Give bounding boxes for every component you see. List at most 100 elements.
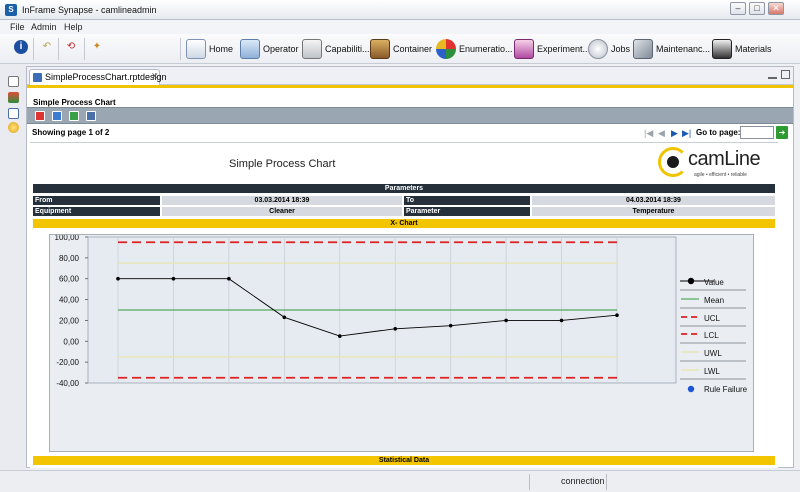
value-point [116, 276, 120, 281]
parameter-value: Temperature [532, 207, 775, 216]
page-indicator: Showing page 1 of 2 [32, 128, 110, 137]
value-point [504, 318, 508, 323]
legend-marker-value [687, 277, 695, 285]
favorites-icon[interactable] [8, 122, 19, 133]
status-separator [529, 474, 530, 490]
toolbar-jobs-button[interactable]: Jobs [588, 37, 630, 61]
document-view-icon[interactable] [8, 108, 19, 119]
value-point [282, 315, 287, 320]
editor-tab-strip: SimpleProcessChart.rptdesign ✕ [27, 67, 793, 85]
minimize-button[interactable]: – [730, 2, 746, 15]
maintenance-icon [633, 39, 653, 59]
editor-tab-label: SimpleProcessChart.rptdesign [45, 72, 167, 82]
export-pdf-icon[interactable] [35, 111, 45, 121]
to-label: To [404, 196, 530, 205]
previous-page-icon[interactable]: ◀ [658, 128, 665, 139]
menu-file[interactable]: File [10, 22, 25, 32]
last-page-icon[interactable]: ▶| [682, 128, 691, 139]
goto-page-button[interactable]: ➔ [776, 126, 788, 139]
goto-page-input[interactable] [740, 126, 774, 139]
report-file-icon [33, 73, 42, 82]
y-tick-label: -40,00 [56, 379, 79, 388]
page-navigation: Showing page 1 of 2 |◀ ◀ ▶ ▶| Go to page… [27, 125, 793, 141]
capability-icon [302, 39, 322, 59]
x-chart-svg: 100,00 80,00 60,00 40,00 20,00 0,00 -20,00 -40,… [55, 235, 748, 394]
export-report-icon[interactable] [69, 111, 79, 121]
restore-view-icon[interactable] [8, 76, 19, 87]
legend-marker-rule-failure [687, 385, 695, 393]
toolbar-maintenance-button[interactable]: Maintenanc... [633, 37, 710, 61]
toolbar-separator [84, 38, 85, 60]
y-tick-label: 40,00 [59, 296, 80, 305]
value-point [337, 334, 342, 338]
info-icon[interactable]: i [14, 40, 28, 54]
close-tab-icon[interactable]: ✕ [151, 71, 159, 82]
refresh-icon[interactable]: ⟲ [64, 40, 78, 54]
legend-label: Mean [704, 296, 724, 305]
legend-label: LWL [704, 367, 720, 376]
legend-label: UWL [704, 349, 722, 358]
parameters-header: Parameters [33, 184, 775, 193]
logo-dot [667, 156, 679, 168]
logo-name: camLine [688, 148, 761, 170]
toolbar-experiments-button[interactable]: Experiment... [514, 37, 590, 61]
statistical-data-header: Statistical Data [33, 456, 775, 465]
undo-icon[interactable]: ↶ [40, 40, 54, 54]
status-bar: connection [0, 470, 800, 492]
value-point [227, 276, 231, 281]
toolbar-home-button[interactable]: Home [186, 37, 233, 61]
status-text: connection [561, 476, 605, 486]
menu-help[interactable]: Help [64, 22, 83, 32]
logo-tagline: agile • efficient • reliable [694, 172, 747, 178]
value-point [448, 323, 453, 328]
jobs-icon [588, 39, 608, 59]
parameter-label: Parameter [404, 207, 530, 216]
app-icon: S [5, 4, 17, 16]
title-bar: S InFrame Synapse - camlineadmin – □ ✕ [0, 0, 800, 20]
toolbar-materials-button[interactable]: Materials [712, 37, 772, 61]
menu-bar: File Admin Help [0, 20, 800, 34]
first-page-icon[interactable]: |◀ [644, 128, 653, 139]
close-button[interactable]: ✕ [768, 2, 784, 15]
value-point [171, 276, 176, 281]
toolbar-container-button[interactable]: Container [370, 37, 432, 61]
maximize-view-icon[interactable] [781, 70, 790, 79]
print-icon[interactable] [86, 111, 96, 121]
value-point [559, 318, 564, 323]
goto-page-label: Go to page: [696, 128, 741, 137]
editor-tab[interactable]: SimpleProcessChart.rptdesign ✕ [29, 69, 167, 85]
left-dock [0, 64, 26, 472]
maximize-button[interactable]: □ [749, 2, 765, 15]
next-page-icon[interactable]: ▶ [671, 128, 678, 139]
toolbar-capabilities-button[interactable]: Capabiliti... [302, 37, 370, 61]
y-tick-label: 0,00 [63, 337, 79, 346]
wand-icon[interactable]: ✦ [90, 40, 104, 54]
toolbar-operator-button[interactable]: Operator [240, 37, 299, 61]
to-value: 04.03.2014 18:39 [532, 196, 775, 205]
materials-icon [712, 39, 732, 59]
y-tick-label: 20,00 [59, 316, 80, 325]
accent-bar [27, 85, 793, 88]
legend-label: LCL [704, 331, 719, 340]
x-chart: 100,00 80,00 60,00 40,00 20,00 0,00 -20,00 -40,… [49, 234, 754, 452]
toolbar-separator [33, 38, 34, 60]
from-label: From [33, 196, 160, 205]
camline-logo: camLine agile • efficient • reliable [658, 147, 776, 181]
export-data-icon[interactable] [52, 111, 62, 121]
toolbar-enumerations-button[interactable]: Enumeratio... [436, 37, 513, 61]
report-title: Simple Process Chart [229, 158, 336, 170]
equipment-value: Cleaner [162, 207, 402, 216]
chart-view-icon[interactable] [8, 92, 19, 103]
y-tick-label: 100,00 [55, 235, 80, 242]
y-tick-label: 60,00 [59, 275, 80, 284]
viewer-toolbar [27, 107, 793, 124]
window-title: InFrame Synapse - camlineadmin [22, 5, 157, 15]
main-toolbar: i ↶ ⟲ ✦ Home Operator Capabiliti... Cont… [0, 34, 800, 64]
status-separator [606, 474, 607, 490]
home-icon [186, 39, 206, 59]
report-page: Simple Process Chart camLine agile • eff… [30, 142, 778, 468]
toolbar-separator [180, 38, 181, 60]
minimize-view-icon[interactable] [768, 70, 777, 79]
menu-admin[interactable]: Admin [31, 22, 57, 32]
experiment-icon [514, 39, 534, 59]
